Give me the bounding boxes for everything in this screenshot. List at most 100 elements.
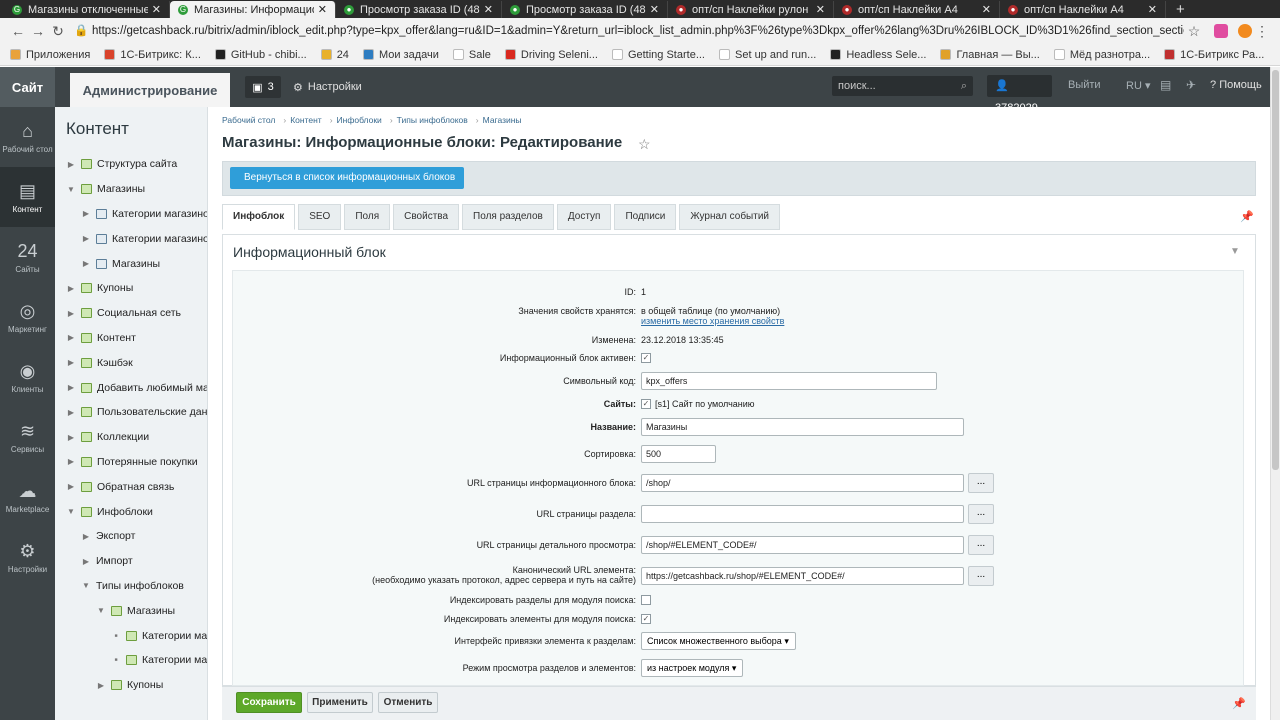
close-icon[interactable]: ✕ [484,3,493,16]
tree-item[interactable]: ▶ Коллекции [55,425,207,450]
tree-arrow-icon[interactable]: ▶ [66,457,76,466]
index-sections-checkbox[interactable] [641,595,651,605]
left-menu-item[interactable]: ▤ Контент [0,167,55,227]
breadcrumb-item[interactable]: Контент [290,115,322,125]
tree-item[interactable]: ▶ Кэшбэк [55,350,207,375]
tree-item[interactable]: ▶ Экспорт [55,524,207,549]
left-menu-item[interactable]: 24 Сайты [0,227,55,287]
tree-item[interactable]: ▶ Категории магазинов [55,202,207,227]
tree-item[interactable]: ▶ Контент [55,326,207,351]
close-icon[interactable]: ✕ [650,3,659,16]
tree-item[interactable]: ▼ Магазины [55,598,207,623]
tree-item[interactable]: ▶ Категории магазинов ав [55,226,207,251]
browser-tab[interactable]: ● Просмотр заказа ID (48 ✕ [502,1,668,18]
bookmark-item[interactable]: Driving Seleni... [504,49,598,61]
tree-item[interactable]: ▶ Потерянные покупки [55,450,207,475]
notifications-button[interactable]: ▣ 3 [245,76,281,98]
tree-arrow-icon[interactable]: ▶ [81,234,91,243]
breadcrumb-item[interactable]: Типы инфоблоков [397,115,468,125]
search-icon[interactable]: ⌕ [961,76,967,96]
active-checkbox[interactable]: ✓ [641,353,651,363]
tree-item[interactable]: ▶ Купоны [55,276,207,301]
detail-url-input[interactable]: /shop/#ELEMENT_CODE#/ [641,536,964,554]
extension-icon[interactable] [1214,24,1228,38]
close-icon[interactable]: ✕ [982,3,991,16]
tree-arrow-icon[interactable]: ▶ [81,557,91,566]
tree-arrow-icon[interactable]: ▶ [81,532,91,541]
bookmark-item[interactable]: Sale [452,49,491,61]
tree-arrow-icon[interactable]: ▶ [96,681,106,690]
footer-pin-icon[interactable]: 📌 [1232,697,1246,710]
close-icon[interactable]: ✕ [1148,3,1157,16]
tree-arrow-icon[interactable]: ▼ [96,606,106,615]
tree-arrow-icon[interactable]: ▶ [66,408,76,417]
tab-2[interactable]: Поля [344,204,391,230]
list-url-picker-button[interactable]: ... [968,473,994,493]
favorite-star-icon[interactable]: ☆ [638,136,651,153]
bookmark-item[interactable]: GitHub - chibi... [214,49,307,61]
site-mode-button[interactable]: Сайт [0,67,55,107]
bookmark-item[interactable]: 1С-Битрикс: К... [104,49,201,61]
tree-arrow-icon[interactable]: ▶ [66,383,76,392]
name-input[interactable]: Магазины [641,418,964,436]
tree-arrow-icon[interactable]: ■ [111,633,121,639]
panel-toggle-icon[interactable]: ▤ [1160,78,1171,92]
breadcrumb-item[interactable]: Инфоблоки [337,115,382,125]
left-menu-item[interactable]: ⌂ Рабочий стол [0,107,55,167]
tree-arrow-icon[interactable]: ▼ [66,507,76,516]
tab-0[interactable]: Инфоблок [222,204,296,230]
tree-item[interactable]: ■ Категории магаз [55,648,207,673]
bookmark-item[interactable]: Мои задачи [362,49,439,61]
tree-item[interactable]: ▶ Импорт [55,549,207,574]
browser-tab[interactable]: G Магазины отключенные ✕ [4,1,170,18]
settings-button[interactable]: ⚙ Настройки [293,81,362,94]
forward-arrow-icon[interactable]: → [28,23,48,39]
pin-icon[interactable]: ✈ [1186,78,1196,92]
tree-arrow-icon[interactable]: ▼ [81,581,91,590]
tree-item[interactable]: ▶ Добавить любимый магази [55,375,207,400]
reload-icon[interactable]: ↻ [48,23,68,40]
browser-tab[interactable]: G Магазины: Информацио ✕ [170,1,336,18]
tree-arrow-icon[interactable]: ▶ [66,482,76,491]
code-input[interactable]: kpx_offers [641,372,937,390]
user-button[interactable]: 👤 3782029 [987,75,1052,114]
bookmark-item[interactable]: 1С-Битрикс Ра... [1164,49,1264,61]
view-mode-select[interactable]: из настроек модуля ▾ [641,659,744,677]
save-button[interactable]: Сохранить [236,692,302,713]
bookmark-item[interactable]: Мёд разнотра... [1053,49,1150,61]
browser-tab[interactable]: ● опт/сп Наклейки А4 ✕ [834,1,1000,18]
bookmark-item[interactable]: Set up and run... [719,49,816,61]
left-menu-item[interactable]: ◉ Клиенты [0,347,55,407]
tab-5[interactable]: Доступ [556,204,612,230]
menu-dots-icon[interactable]: ⋮ [1252,23,1272,40]
tab-7[interactable]: Журнал событий [679,204,780,230]
tree-arrow-icon[interactable]: ▶ [66,333,76,342]
collapse-arrow-icon[interactable]: ▼ [1230,246,1240,257]
tree-item[interactable]: ▼ Магазины [55,177,207,202]
bookmark-item[interactable]: Приложения [10,49,90,61]
bookmark-item[interactable]: 24 [320,49,349,61]
left-menu-item[interactable]: ☁ Marketplace [0,467,55,527]
tree-arrow-icon[interactable]: ▶ [81,259,91,268]
tree-item[interactable]: ▶ Пользовательские данные [55,400,207,425]
section-url-picker-button[interactable]: ... [968,504,994,524]
tab-6[interactable]: Подписи [614,204,677,230]
section-url-input[interactable] [641,505,964,523]
new-tab-button[interactable]: + [1176,1,1185,18]
bookmark-item[interactable]: Главная — Вы... [940,49,1040,61]
change-storage-link[interactable]: изменить место хранения свойств [641,316,784,326]
binding-select[interactable]: Список множественного выбора ▾ [641,632,796,650]
bookmark-item[interactable]: Headless Sele... [830,49,926,61]
close-icon[interactable]: ✕ [152,3,161,16]
tree-arrow-icon[interactable]: ▶ [81,209,91,218]
close-icon[interactable]: ✕ [816,3,825,16]
tree-arrow-icon[interactable]: ▶ [66,284,76,293]
url-field[interactable]: 🔒 https://getcashback.ru/bitrix/admin/ib… [68,21,1184,41]
tree-arrow-icon[interactable]: ▼ [66,185,76,194]
browser-tab[interactable]: ● Просмотр заказа ID (48 ✕ [336,1,502,18]
tree-arrow-icon[interactable]: ▶ [66,358,76,367]
detail-url-picker-button[interactable]: ... [968,535,994,555]
admin-mode-button[interactable]: Администрирование [70,73,230,107]
profile-avatar-icon[interactable] [1238,24,1252,38]
cancel-button[interactable]: Отменить [378,692,438,713]
